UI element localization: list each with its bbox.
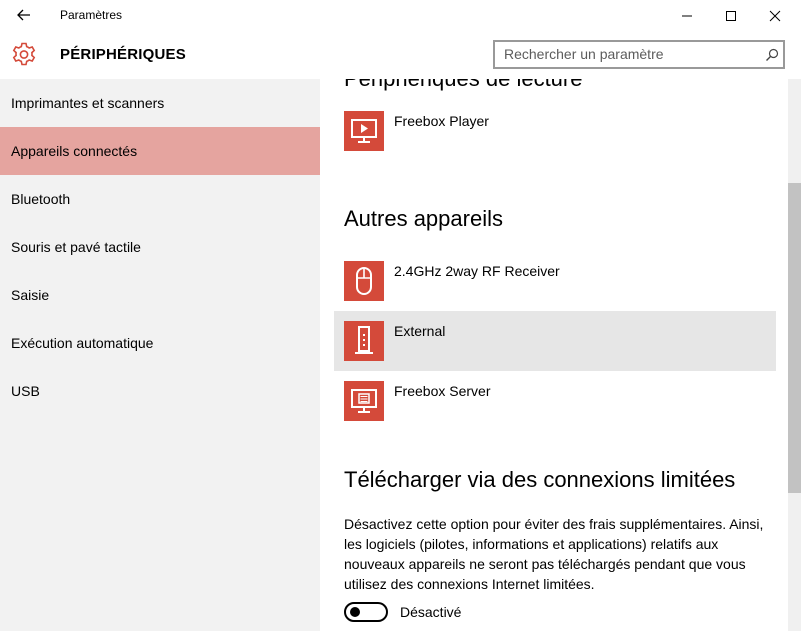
device-name: 2.4GHz 2way RF Receiver [394,263,560,279]
sidebar-item-mouse-touchpad[interactable]: Souris et pavé tactile [0,223,320,271]
device-name: Freebox Server [394,383,491,399]
maximize-button[interactable] [708,0,754,31]
close-icon [769,10,781,22]
back-arrow-icon[interactable] [16,7,32,23]
search-icon[interactable] [765,48,779,62]
search-input[interactable] [504,46,754,62]
device-item-external[interactable]: External [334,311,776,371]
monitor-server-icon [344,381,384,421]
page-header: PÉRIPHÉRIQUES [0,31,801,79]
playback-devices-heading: Périphériques de lecture [344,79,582,92]
sidebar-item-connected-devices[interactable]: Appareils connectés [0,127,320,175]
monitor-play-icon [344,111,384,151]
section-title: PÉRIPHÉRIQUES [60,46,186,63]
device-item-freebox-server[interactable]: Freebox Server [334,371,776,431]
search-box[interactable] [493,40,785,69]
minimize-button[interactable] [664,0,710,31]
metered-download-heading: Télécharger via des connexions limitées [344,467,736,492]
close-button[interactable] [752,0,798,31]
other-devices-heading: Autres appareils [344,206,503,231]
sidebar-item-autoplay[interactable]: Exécution automatique [0,319,320,367]
gear-icon [11,42,37,68]
minimize-icon [682,15,692,17]
sidebar-item-typing[interactable]: Saisie [0,271,320,319]
usb-drive-icon [344,321,384,361]
metered-toggle[interactable] [344,602,388,622]
device-item-rf-receiver[interactable]: 2.4GHz 2way RF Receiver [334,251,776,311]
scrollbar-thumb[interactable] [788,183,801,493]
sidebar-item-bluetooth[interactable]: Bluetooth [0,175,320,223]
title-bar: Paramètres [0,0,801,31]
mouse-icon [344,261,384,301]
device-item-freebox-player[interactable]: Freebox Player [334,101,776,161]
device-name: Freebox Player [394,113,489,129]
toggle-knob [350,607,360,617]
sidebar-item-printers[interactable]: Imprimantes et scanners [0,79,320,127]
content-scrollbar[interactable] [788,79,801,631]
metered-description: Désactivez cette option pour éviter des … [344,516,764,592]
main-content: Périphériques de lecture Freebox Player … [320,79,788,631]
window-title: Paramètres [60,8,123,22]
device-name: External [394,323,446,339]
sidebar-item-usb[interactable]: USB [0,367,320,415]
maximize-icon [726,11,736,21]
toggle-state-label: Désactivé [400,604,462,620]
sidebar-nav: Imprimantes et scanners Appareils connec… [0,79,320,631]
